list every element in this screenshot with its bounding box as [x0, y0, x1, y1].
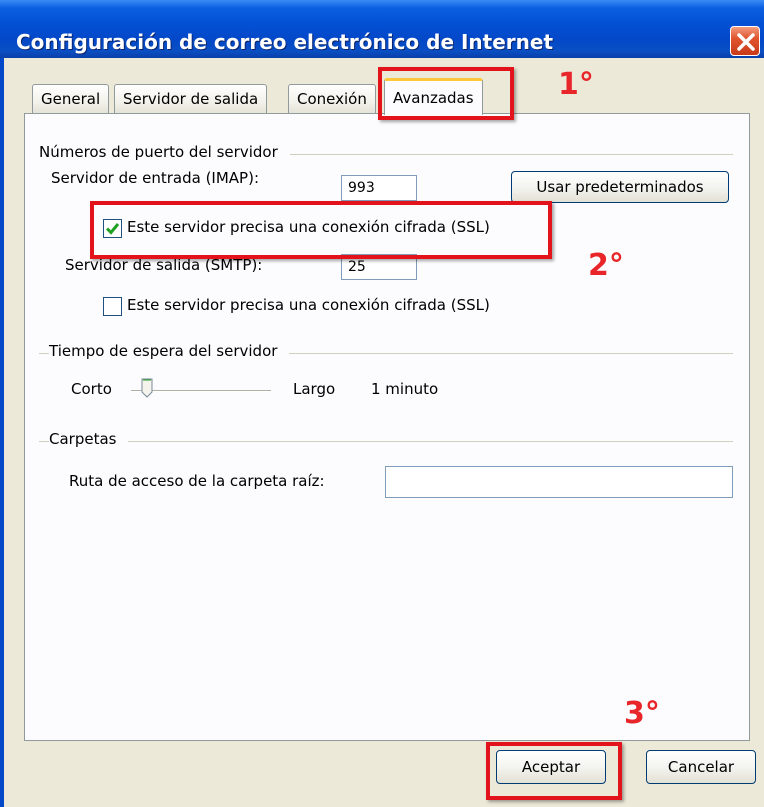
close-button[interactable]	[730, 26, 760, 56]
incoming-port-input[interactable]: 993	[341, 175, 417, 201]
timeout-value: 1 minuto	[371, 380, 439, 398]
ports-section-title: Números de puerto del servidor	[39, 143, 290, 161]
tab-connection[interactable]: Conexión	[288, 84, 376, 114]
cancel-button[interactable]: Cancelar	[646, 750, 756, 784]
tab-outgoing-server[interactable]: Servidor de salida	[114, 84, 268, 114]
outgoing-ssl-checkbox[interactable]	[103, 297, 122, 316]
root-path-input[interactable]	[385, 466, 733, 498]
incoming-port-label: Servidor de entrada (IMAP):	[51, 169, 260, 187]
email-settings-dialog: Configuración de correo electrónico de I…	[0, 0, 764, 807]
folders-section-title: Carpetas	[49, 430, 129, 448]
folders-separator	[39, 441, 733, 442]
annotation-step-3: 3°	[624, 696, 660, 731]
annotation-box-ok	[486, 742, 622, 800]
timeout-section-title: Tiempo de espera del servidor	[49, 342, 290, 360]
timeout-long-label: Largo	[293, 380, 336, 398]
annotation-box-ssl	[90, 201, 552, 259]
window-frame-left	[0, 58, 4, 807]
annotation-step-2: 2°	[588, 248, 624, 283]
root-path-label: Ruta de acceso de la carpeta raíz:	[69, 472, 325, 490]
window-title: Configuración de correo electrónico de I…	[16, 30, 554, 54]
close-icon	[737, 33, 755, 51]
use-defaults-button[interactable]: Usar predeterminados	[511, 171, 729, 203]
timeout-slider-thumb[interactable]	[141, 378, 153, 398]
timeout-short-label: Corto	[71, 380, 112, 398]
annotation-step-1: 1°	[558, 67, 594, 102]
title-bar[interactable]: Configuración de correo electrónico de I…	[0, 0, 764, 58]
outgoing-ssl-label[interactable]: Este servidor precisa una conexión cifra…	[127, 296, 490, 314]
tab-advanced[interactable]: Avanzadas	[384, 78, 483, 115]
tab-general[interactable]: General	[32, 84, 110, 114]
